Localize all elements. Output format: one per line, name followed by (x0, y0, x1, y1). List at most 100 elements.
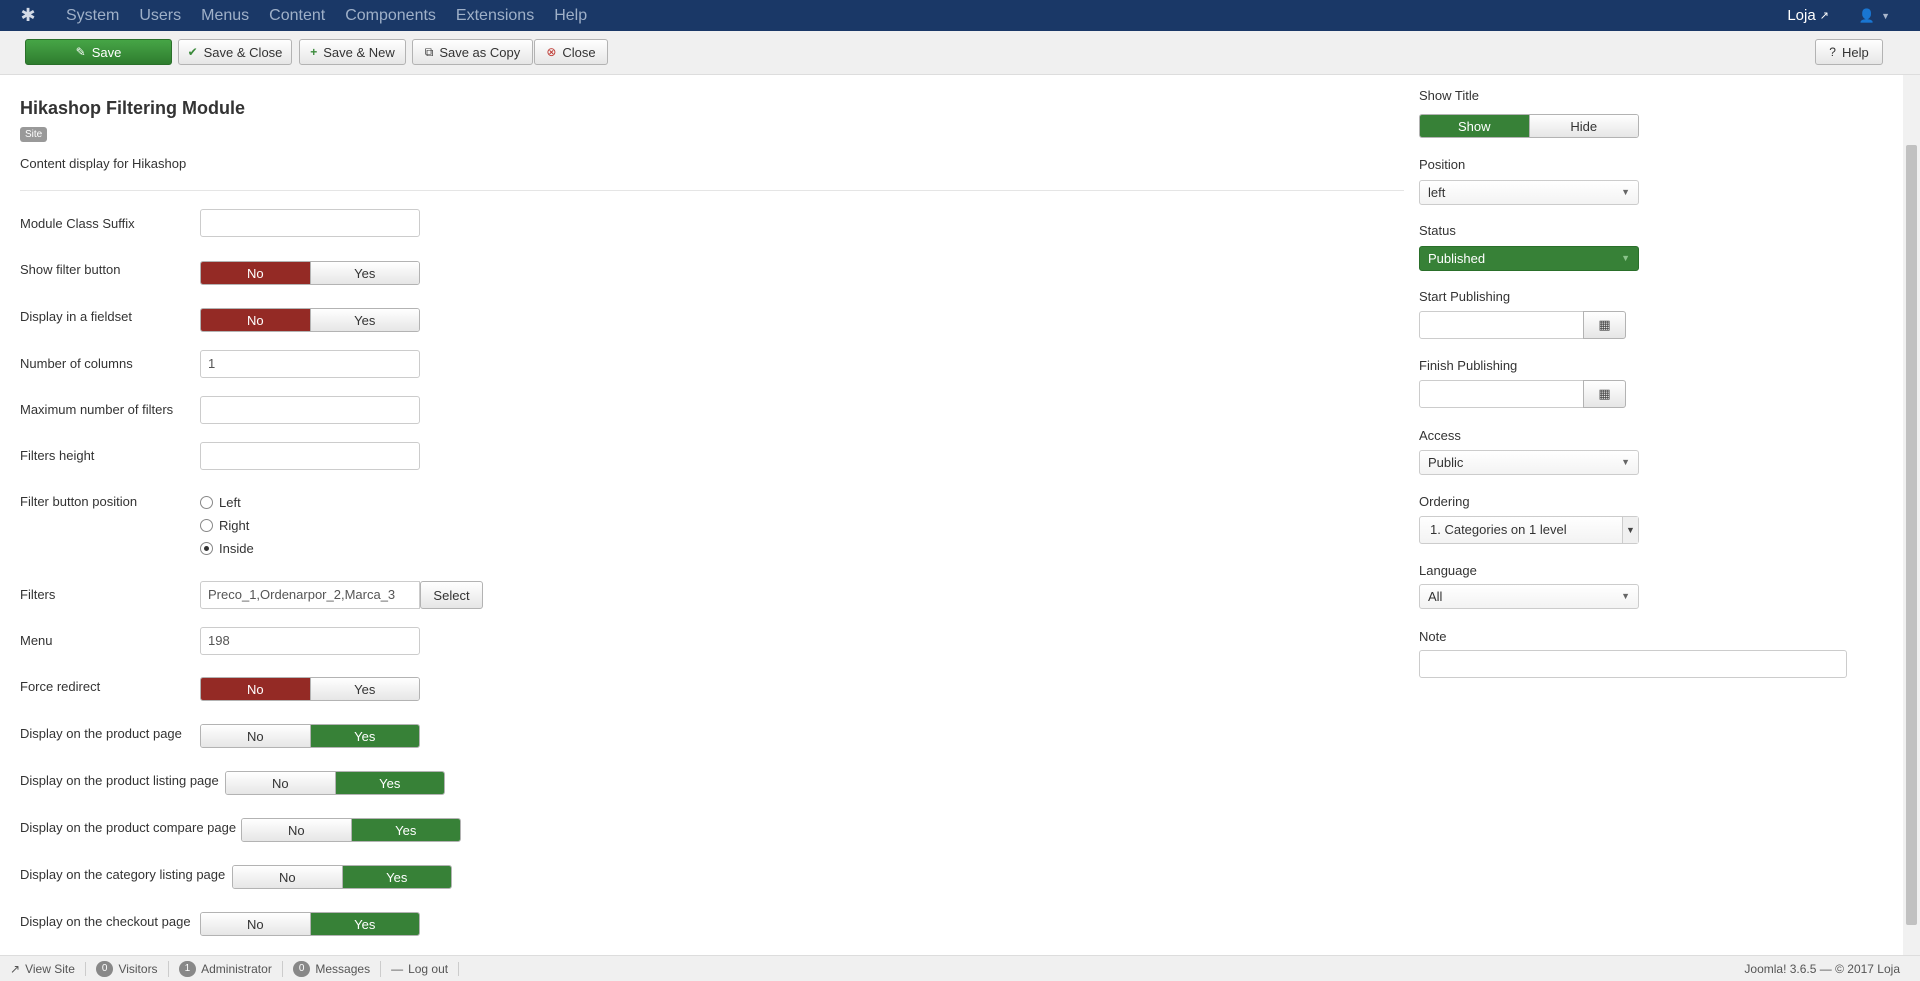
show-filter-button-label: Show filter button (20, 262, 121, 277)
access-select[interactable]: Public ▼ (1419, 450, 1639, 475)
display-fieldset-toggle: No Yes (200, 308, 420, 332)
scrollbar[interactable] (1903, 75, 1920, 955)
product-compare-no[interactable]: No (242, 819, 351, 841)
filter-button-position-label: Filter button position (20, 494, 138, 509)
category-listing-label: Display on the category listing page (20, 867, 226, 882)
status-value: Published (1428, 251, 1486, 266)
max-filters-label: Maximum number of filters (20, 402, 174, 417)
show-filter-button-toggle: No Yes (200, 261, 420, 285)
joomla-logo-icon[interactable]: ✱ (0, 0, 56, 31)
show-title-show[interactable]: Show (1420, 115, 1529, 137)
user-menu[interactable]: 👤 ▼ (1859, 8, 1920, 24)
chevron-down-icon: ▼ (1621, 187, 1630, 197)
filters-height-input[interactable] (200, 442, 420, 470)
radio-right[interactable]: Right (200, 518, 249, 533)
filters-label: Filters (20, 587, 56, 602)
language-select[interactable]: All ▼ (1419, 584, 1639, 609)
edit-icon: ✎ (75, 45, 86, 59)
position-label: Position (1419, 157, 1466, 172)
menu-extensions[interactable]: Extensions (446, 0, 544, 31)
language-value: All (1428, 589, 1443, 604)
save-close-button[interactable]: ✔ Save & Close (178, 39, 292, 65)
logout-label: Log out (408, 961, 449, 976)
messages-item[interactable]: 0 Messages (283, 960, 382, 977)
calendar-icon: ▦ (1598, 386, 1611, 401)
admin-count-badge: 1 (178, 960, 197, 977)
radio-right-circle[interactable] (200, 519, 213, 532)
status-select[interactable]: Published ▼ (1419, 246, 1639, 271)
menu-help[interactable]: Help (544, 0, 597, 31)
start-publishing-calendar-button[interactable]: ▦ (1583, 311, 1626, 339)
main-menu: System Users Menus Content Components Ex… (56, 0, 597, 31)
radio-left-circle[interactable] (200, 496, 213, 509)
note-input[interactable] (1419, 650, 1847, 678)
show-title-label: Show Title (1419, 88, 1479, 103)
ordering-label: Ordering (1419, 494, 1470, 509)
force-redirect-label: Force redirect (20, 679, 101, 694)
save-copy-button[interactable]: ⧉ Save as Copy (412, 39, 533, 65)
logout-link[interactable]: — Log out (381, 961, 460, 976)
menu-components[interactable]: Components (335, 0, 446, 31)
close-button[interactable]: ⊗ Close (534, 39, 608, 65)
position-select[interactable]: left ▼ (1419, 180, 1639, 205)
scrollbar-thumb[interactable] (1906, 145, 1917, 925)
menu-input[interactable]: 198 (200, 627, 420, 655)
product-compare-yes[interactable]: Yes (350, 819, 460, 841)
visitors-item[interactable]: 0 Visitors (86, 960, 169, 977)
help-button[interactable]: ? Help (1815, 39, 1883, 65)
filters-input[interactable]: Preco_1,Ordenarpor_2,Marca_3 (200, 581, 420, 609)
display-fieldset-yes[interactable]: Yes (309, 309, 419, 331)
product-listing-yes[interactable]: Yes (334, 772, 444, 794)
force-redirect-toggle: No Yes (200, 677, 420, 701)
ordering-value: 1. Categories on 1 level (1430, 522, 1567, 537)
calendar-icon: ▦ (1598, 317, 1611, 332)
divider (20, 190, 1404, 191)
access-value: Public (1428, 455, 1464, 470)
radio-left[interactable]: Left (200, 495, 241, 510)
display-fieldset-label: Display in a fieldset (20, 309, 132, 324)
product-listing-no[interactable]: No (226, 772, 335, 794)
module-description: Content display for Hikashop (20, 156, 187, 171)
menu-users[interactable]: Users (129, 0, 191, 31)
finish-publishing-input[interactable] (1419, 380, 1584, 408)
show-filter-button-yes[interactable]: Yes (309, 262, 419, 284)
top-navbar: ✱ System Users Menus Content Components … (0, 0, 1920, 31)
site-link[interactable]: Loja ↗ (1787, 7, 1859, 24)
ordering-select[interactable]: 1. Categories on 1 level ▼ (1419, 516, 1639, 544)
product-page-yes[interactable]: Yes (309, 725, 419, 747)
external-link-icon: ↗ (1819, 10, 1829, 22)
access-label: Access (1419, 428, 1461, 443)
category-listing-yes[interactable]: Yes (341, 866, 451, 888)
product-listing-label: Display on the product listing page (20, 773, 219, 788)
module-class-suffix-input[interactable] (200, 209, 420, 237)
save-button[interactable]: ✎ Save (25, 39, 172, 65)
max-filters-input[interactable] (200, 396, 420, 424)
administrator-item[interactable]: 1 Administrator (169, 960, 283, 977)
force-redirect-yes[interactable]: Yes (309, 678, 419, 700)
view-site-link[interactable]: ↗ View Site (0, 961, 86, 976)
radio-inside-circle[interactable] (200, 542, 213, 555)
show-filter-button-no[interactable]: No (201, 262, 310, 284)
product-page-no[interactable]: No (201, 725, 310, 747)
category-listing-no[interactable]: No (233, 866, 342, 888)
menu-system[interactable]: System (56, 0, 129, 31)
menu-content[interactable]: Content (259, 0, 335, 31)
minus-icon: — (391, 961, 404, 976)
force-redirect-no[interactable]: No (201, 678, 310, 700)
copy-icon: ⧉ (424, 44, 434, 59)
finish-publishing-calendar-button[interactable]: ▦ (1583, 380, 1626, 408)
position-value: left (1428, 185, 1446, 200)
radio-inside[interactable]: Inside (200, 541, 254, 556)
help-label: Help (1841, 44, 1869, 60)
product-compare-toggle: No Yes (241, 818, 461, 842)
show-title-hide[interactable]: Hide (1528, 115, 1638, 137)
number-columns-input[interactable]: 1 (200, 350, 420, 378)
display-fieldset-no[interactable]: No (201, 309, 310, 331)
start-publishing-input[interactable] (1419, 311, 1584, 339)
checkout-page-no[interactable]: No (201, 913, 310, 935)
checkout-page-yes[interactable]: Yes (309, 913, 419, 935)
menu-menus[interactable]: Menus (191, 0, 259, 31)
toolbar: ✎ Save ✔ Save & Close + Save & New ⧉ Sav… (0, 31, 1920, 75)
save-new-button[interactable]: + Save & New (299, 39, 406, 65)
filters-select-button[interactable]: Select (420, 581, 483, 609)
